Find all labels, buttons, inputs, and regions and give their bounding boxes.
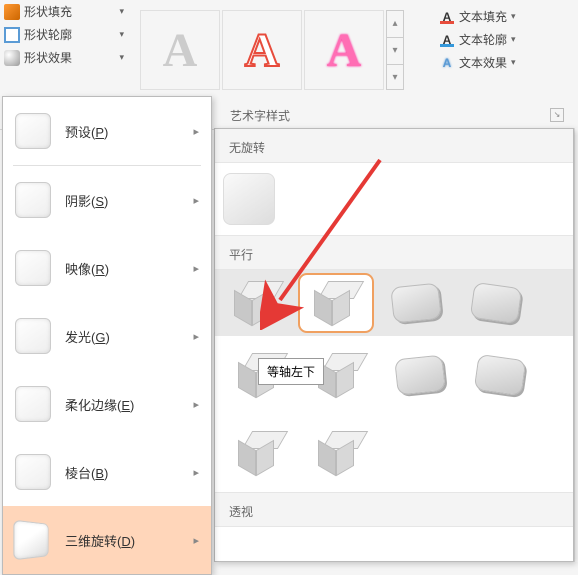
dialog-launcher-icon[interactable]: ↘ [550, 108, 564, 122]
submenu-arrow-icon: ▸ [193, 262, 199, 275]
text-outline-label: 文本轮廓 [459, 31, 507, 48]
submenu-arrow-icon: ▸ [193, 194, 199, 207]
rotation3d-submenu: 无旋转 平行 透视 [214, 128, 574, 562]
menu-label: 预设(P) [65, 122, 108, 141]
menu-item-bevel[interactable]: 棱台(B) ▸ [3, 438, 211, 506]
menu-label: 映像(R) [65, 259, 109, 278]
submenu-arrow-icon: ▸ [193, 398, 199, 411]
scroll-down-button[interactable]: ▾ [387, 38, 403, 65]
soft-edges-thumb-icon [15, 386, 51, 422]
shape-fill-button[interactable]: 形状填充 ▾ [0, 0, 128, 23]
preset-flat-1[interactable] [379, 274, 453, 332]
preset-iso-top-left[interactable] [219, 274, 293, 332]
wordart-group-label: 艺术字样式 [230, 107, 290, 124]
preset-flat-3[interactable] [383, 346, 457, 404]
wordart-gallery: A A A ▴ ▾ ▾ [140, 5, 404, 95]
text-effects-label: 文本效果 [459, 54, 507, 71]
preset-iso-5[interactable] [223, 424, 297, 482]
scrollbar[interactable] [574, 128, 578, 562]
shape-format-group: 形状填充 ▾ 形状轮廓 ▾ 形状效果 ▾ [0, 0, 128, 69]
menu-item-reflection[interactable]: 映像(R) ▸ [3, 234, 211, 302]
text-fill-button[interactable]: A 文本填充 ▾ [440, 5, 516, 28]
shape-fill-icon [4, 4, 20, 20]
chevron-down-icon: ▾ [511, 34, 516, 45]
menu-item-glow[interactable]: 发光(G) ▸ [3, 302, 211, 370]
preset-flat-4[interactable] [463, 346, 537, 404]
shape-effects-button[interactable]: 形状效果 ▾ [0, 46, 128, 69]
submenu-arrow-icon: ▸ [193, 466, 199, 479]
preset-flat-2[interactable] [459, 274, 533, 332]
wordart-gallery-scroll: ▴ ▾ ▾ [386, 10, 404, 90]
preset-iso-bottom-left[interactable] [299, 274, 373, 332]
preset-tooltip: 等轴左下 [258, 358, 324, 385]
section-no-rotation: 无旋转 [215, 129, 573, 163]
submenu-arrow-icon: ▸ [193, 125, 199, 138]
section-perspective: 透视 [215, 492, 573, 527]
text-outline-icon: A [440, 33, 454, 47]
preset-no-rotation[interactable] [223, 173, 275, 225]
menu-label: 棱台(B) [65, 463, 108, 482]
menu-item-shadow[interactable]: 阴影(S) ▸ [3, 166, 211, 234]
text-outline-button[interactable]: A 文本轮廓 ▾ [440, 28, 516, 51]
shape-outline-label: 形状轮廓 [24, 26, 72, 43]
menu-label: 三维旋转(D) [65, 531, 135, 550]
bevel-thumb-icon [15, 454, 51, 490]
shape-effects-menu: 预设(P) ▸ 阴影(S) ▸ 映像(R) ▸ 发光(G) ▸ 柔化边缘(E) … [2, 96, 212, 575]
parallel-row-3 [215, 414, 573, 492]
chevron-down-icon: ▾ [119, 6, 124, 17]
shape-effects-icon [4, 50, 20, 66]
wordart-style-3[interactable]: A [304, 10, 384, 90]
text-effects-icon: A [440, 56, 454, 70]
submenu-arrow-icon: ▸ [193, 330, 199, 343]
chevron-down-icon: ▾ [119, 52, 124, 63]
chevron-down-icon: ▾ [511, 57, 516, 68]
parallel-row-1 [215, 270, 573, 336]
text-format-group: A 文本填充 ▾ A 文本轮廓 ▾ A 文本效果 ▾ [440, 5, 516, 74]
shadow-thumb-icon [15, 182, 51, 218]
text-effects-button[interactable]: A 文本效果 ▾ [440, 51, 516, 74]
glow-thumb-icon [15, 318, 51, 354]
rotation3d-thumb-icon [13, 520, 48, 561]
no-rotation-row [215, 163, 573, 235]
menu-item-3d-rotation[interactable]: 三维旋转(D) ▸ [3, 506, 211, 574]
reflection-thumb-icon [15, 250, 51, 286]
submenu-arrow-icon: ▸ [193, 534, 199, 547]
preset-thumb-icon [15, 113, 51, 149]
menu-item-soft-edges[interactable]: 柔化边缘(E) ▸ [3, 370, 211, 438]
menu-label: 柔化边缘(E) [65, 395, 134, 414]
shape-effects-label: 形状效果 [24, 49, 72, 66]
wordart-style-1[interactable]: A [140, 10, 220, 90]
menu-label: 发光(G) [65, 327, 110, 346]
section-parallel: 平行 [215, 235, 573, 270]
scroll-up-button[interactable]: ▴ [387, 11, 403, 38]
menu-label: 阴影(S) [65, 191, 108, 210]
preset-iso-6[interactable] [303, 424, 377, 482]
shape-outline-icon [4, 27, 20, 43]
gallery-expand-button[interactable]: ▾ [387, 65, 403, 91]
text-fill-label: 文本填充 [459, 8, 507, 25]
chevron-down-icon: ▾ [119, 29, 124, 40]
text-fill-icon: A [440, 10, 454, 24]
wordart-style-2[interactable]: A [222, 10, 302, 90]
shape-outline-button[interactable]: 形状轮廓 ▾ [0, 23, 128, 46]
menu-item-preset[interactable]: 预设(P) ▸ [3, 97, 211, 165]
shape-fill-label: 形状填充 [24, 3, 72, 20]
chevron-down-icon: ▾ [511, 11, 516, 22]
